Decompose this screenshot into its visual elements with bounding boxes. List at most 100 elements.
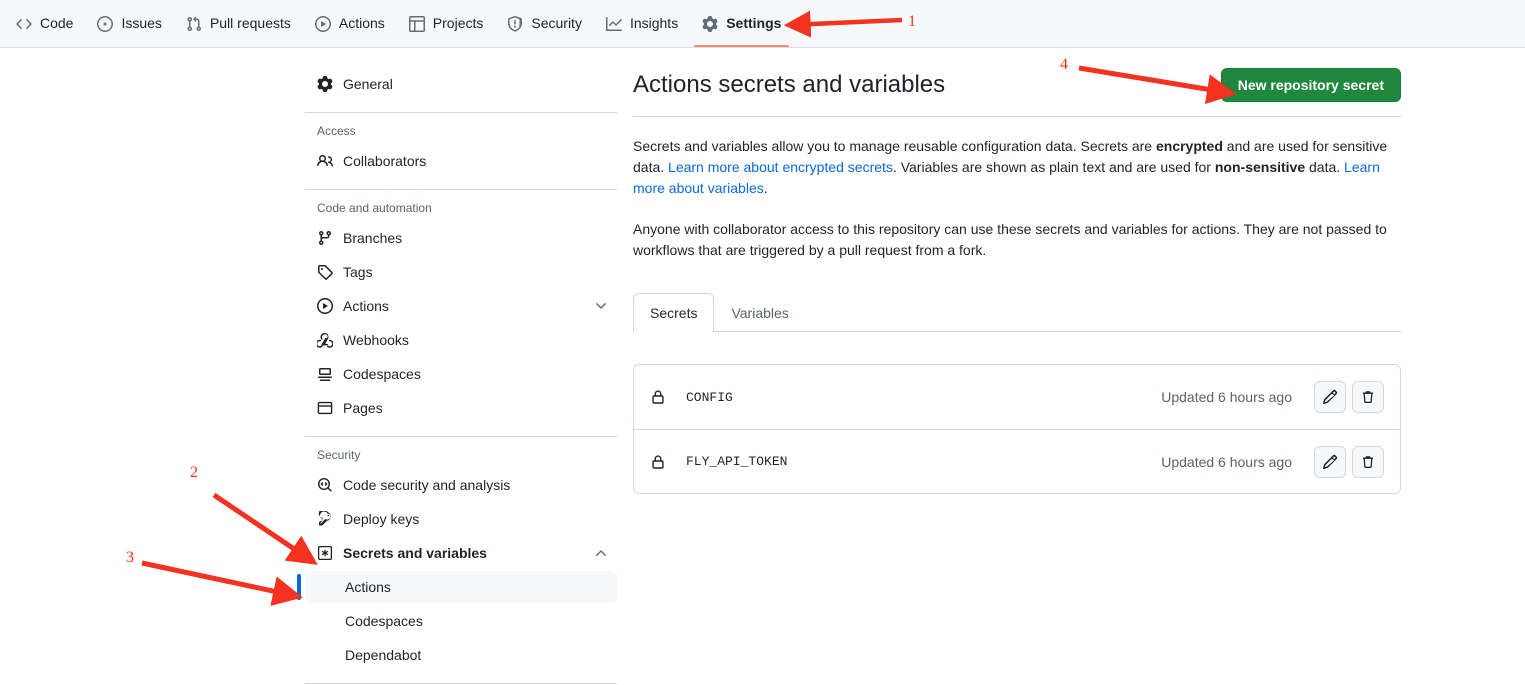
code-icon — [16, 16, 32, 32]
sidebar-item-label: Codespaces — [343, 366, 421, 382]
lock-icon — [650, 389, 666, 405]
play-icon — [317, 298, 333, 314]
codespaces-icon — [317, 366, 333, 382]
annotation-arrow-3 — [141, 560, 303, 606]
edit-icon[interactable] — [1314, 381, 1346, 413]
sidebar-item-label: General — [343, 76, 393, 92]
sidebar-subitem-actions[interactable]: Actions — [297, 571, 617, 603]
main-header: Actions secrets and variables New reposi… — [633, 68, 1401, 117]
edit-icon[interactable] — [1314, 445, 1346, 478]
sidebar-item-branches[interactable]: Branches — [305, 222, 617, 254]
sidebar-item-label: Branches — [343, 230, 403, 246]
graph-icon — [605, 16, 622, 32]
sidebar-divider — [305, 112, 617, 113]
sidebar-subitem-dependabot[interactable]: Dependabot — [305, 639, 617, 671]
git-branch-icon — [317, 230, 333, 246]
lock-icon — [650, 454, 666, 470]
page-title: Actions secrets and variables — [633, 71, 946, 98]
sidebar-subitem-label: Dependabot — [345, 647, 422, 663]
git-pull-request-icon — [186, 16, 202, 32]
nav-item-security[interactable]: Security — [499, 0, 590, 47]
sidebar-item-collaborators[interactable]: Collaborators — [305, 145, 617, 177]
repo-nav: Code Issues Pull requests Actions Projec — [0, 0, 1525, 48]
sidebar-item-codespaces[interactable]: Codespaces — [305, 358, 617, 390]
sidebar-divider — [305, 189, 617, 190]
sidebar-divider — [305, 683, 617, 684]
chevron-down-icon[interactable] — [593, 298, 609, 314]
play-icon — [314, 15, 331, 32]
sidebar-item-secrets-and-variables[interactable]: Secrets and variables — [305, 537, 617, 569]
issue-opened-icon — [97, 15, 114, 32]
nav-item-label: Pull requests — [209, 15, 291, 31]
sidebar-item-actions[interactable]: Actions — [305, 290, 617, 322]
sidebar-item-code-security-and-analysis[interactable]: Code security and analysis — [305, 469, 617, 501]
desc-part-3: . Variables are shown as plain text and … — [892, 159, 1215, 175]
chevron-up-icon[interactable] — [593, 545, 609, 561]
secret-name: CONFIG — [686, 389, 733, 405]
sidebar-item-label: Pages — [343, 400, 383, 416]
main-content: Actions secrets and variables New reposi… — [633, 68, 1401, 494]
sidebar-group-title-code-automation: Code and automation — [317, 201, 432, 215]
desc-bold-encrypted: encrypted — [1155, 138, 1223, 154]
tag-icon — [317, 264, 333, 280]
nav-item-actions[interactable]: Actions — [307, 0, 393, 47]
desc-part-5: . — [763, 180, 768, 196]
nav-item-code[interactable]: Code — [8, 0, 81, 47]
learn-more-encrypted-secrets-link[interactable]: Learn more about encrypted secrets — [668, 159, 893, 175]
sidebar-item-label: Collaborators — [343, 153, 427, 169]
nav-item-issues[interactable]: Issues — [89, 0, 169, 47]
nav-item-label: Insights — [629, 15, 679, 31]
github-repo-settings-page: Code Issues Pull requests Actions Projec — [0, 0, 1525, 685]
tab-secrets[interactable]: Secrets — [633, 293, 715, 332]
sidebar-subitem-label: Codespaces — [345, 613, 423, 629]
nav-item-label: Projects — [432, 15, 484, 31]
sidebar-subitem-label: Actions — [345, 579, 391, 595]
desc-part-4: data. — [1305, 159, 1345, 175]
new-repository-secret-button[interactable]: New repository secret — [1220, 68, 1401, 102]
nav-item-projects[interactable]: Projects — [401, 0, 492, 47]
secrets-variables-tabs: Secrets Variables — [633, 292, 1401, 332]
nav-item-settings[interactable]: Settings — [694, 0, 790, 47]
sidebar-item-label: Deploy keys — [343, 511, 420, 527]
desc-part-1: Secrets and variables allow you to manag… — [633, 138, 1156, 154]
settings-sidebar: General Access Collaborators Code and au… — [297, 68, 617, 685]
nav-item-label: Actions — [338, 15, 385, 31]
sidebar-subitem-codespaces[interactable]: Codespaces — [305, 605, 617, 637]
sidebar-item-pages[interactable]: Pages — [305, 392, 617, 424]
secrets-list: CONFIG Updated 6 hours ago FLY_API_TOKEN… — [633, 364, 1401, 494]
nav-item-label: Settings — [726, 15, 782, 31]
asterisk-box-icon — [317, 545, 333, 561]
shield-icon — [507, 15, 523, 32]
annotation-number-2: 2 — [190, 464, 198, 481]
secret-updated-time: Updated 6 hours ago — [1161, 389, 1292, 405]
gear-icon — [702, 15, 718, 32]
sidebar-item-deploy-keys[interactable]: Deploy keys — [305, 503, 617, 535]
sidebar-item-label: Code security and analysis — [343, 477, 511, 493]
sidebar-item-label: Tags — [343, 264, 373, 280]
nav-item-insights[interactable]: Insights — [598, 0, 686, 47]
sidebar-item-label: Webhooks — [343, 332, 409, 348]
nav-item-label: Issues — [121, 15, 162, 31]
codescan-icon — [317, 477, 333, 493]
trash-icon[interactable] — [1352, 381, 1384, 413]
trash-icon[interactable] — [1352, 445, 1384, 478]
nav-item-label: Security — [531, 15, 582, 31]
table-icon — [408, 15, 425, 32]
sidebar-item-webhooks[interactable]: Webhooks — [305, 324, 617, 356]
people-icon — [317, 153, 333, 169]
secrets-description: Secrets and variables allow you to manag… — [633, 136, 1401, 199]
table-row: CONFIG Updated 6 hours ago — [634, 365, 1400, 429]
key-icon — [317, 511, 333, 527]
browser-icon — [317, 400, 333, 416]
tab-variables[interactable]: Variables — [714, 293, 805, 332]
table-row: FLY_API_TOKEN Updated 6 hours ago — [634, 429, 1400, 493]
annotation-arrow-2 — [212, 492, 318, 565]
collaborator-access-note: Anyone with collaborator access to this … — [633, 221, 1387, 258]
sidebar-group-title-security: Security — [317, 448, 361, 462]
annotation-number-3: 3 — [126, 549, 134, 566]
sidebar-item-tags[interactable]: Tags — [305, 256, 617, 288]
nav-item-pull-requests[interactable]: Pull requests — [178, 0, 299, 47]
sidebar-item-general[interactable]: General — [305, 68, 617, 100]
secret-updated-time: Updated 6 hours ago — [1161, 453, 1292, 470]
webhook-icon — [317, 332, 333, 348]
